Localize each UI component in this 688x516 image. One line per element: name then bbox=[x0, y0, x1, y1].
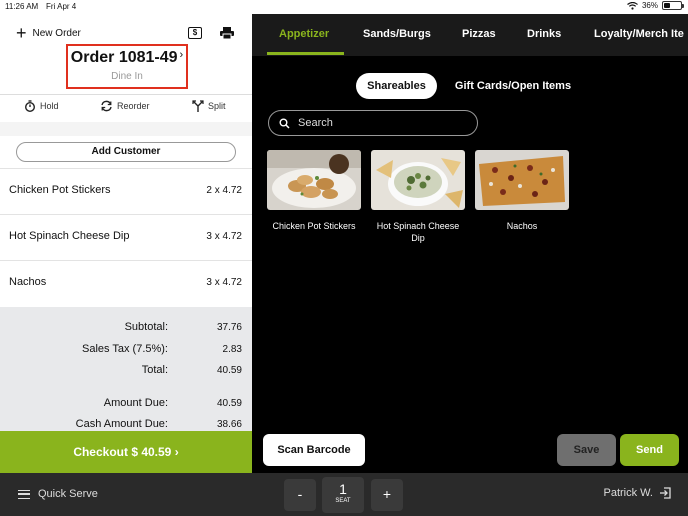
total-label: Total: bbox=[141, 364, 168, 376]
battery-percent: 36% bbox=[641, 1, 658, 10]
tax-value: 2.83 bbox=[222, 344, 242, 355]
user-logout[interactable]: Patrick W. bbox=[603, 487, 671, 499]
split-label: Split bbox=[208, 101, 226, 111]
split-button[interactable]: Split bbox=[192, 100, 226, 112]
scan-barcode-button[interactable]: Scan Barcode bbox=[263, 434, 365, 466]
amount-due-label: Amount Due: bbox=[103, 397, 168, 409]
status-bar: 11:26 AM Fri Apr 4 36% bbox=[0, 0, 688, 14]
tab-appetizer[interactable]: Appetizer bbox=[279, 28, 329, 40]
item-name: Nachos bbox=[9, 276, 47, 288]
search-icon bbox=[279, 118, 290, 129]
reorder-button[interactable]: Reorder bbox=[100, 100, 150, 112]
active-tab-indicator bbox=[267, 52, 344, 55]
save-button[interactable]: Save bbox=[557, 434, 616, 466]
cash-drawer-icon[interactable]: $ bbox=[188, 27, 202, 39]
product-label: Hot Spinach Cheese Dip bbox=[376, 221, 460, 243]
subtab-gift-cards[interactable]: Gift Cards/Open Items bbox=[448, 73, 578, 99]
hold-label: Hold bbox=[40, 101, 59, 111]
order-title[interactable]: Order 1081-49 › bbox=[68, 49, 186, 67]
item-qty: 3 x 4.72 bbox=[206, 231, 242, 242]
logout-icon bbox=[660, 487, 671, 499]
wifi-icon bbox=[627, 1, 638, 10]
amount-due-value: 40.59 bbox=[216, 398, 242, 409]
separator-strip bbox=[0, 122, 252, 136]
cash-due-label: Cash Amount Due: bbox=[75, 418, 168, 430]
order-type: Dine In bbox=[111, 71, 143, 82]
bottom-bar: Quick Serve - 1 SEAT + Patrick W. bbox=[0, 473, 688, 516]
total-value: 40.59 bbox=[216, 365, 242, 376]
cash-due-value: 38.66 bbox=[216, 419, 242, 430]
product-tile-spinach-dip[interactable]: Hot Spinach Cheese Dip bbox=[371, 150, 465, 244]
battery-icon bbox=[662, 1, 684, 10]
quick-serve-menu[interactable]: Quick Serve bbox=[18, 488, 98, 500]
seat-selector[interactable]: 1 SEAT bbox=[322, 477, 364, 513]
seat-label: SEAT bbox=[335, 498, 351, 504]
quick-serve-label: Quick Serve bbox=[38, 488, 98, 500]
status-time: 11:26 AM bbox=[5, 2, 39, 11]
item-qty: 3 x 4.72 bbox=[206, 277, 242, 288]
send-button[interactable]: Send bbox=[620, 434, 679, 466]
product-label: Nachos bbox=[506, 221, 538, 231]
tax-label: Sales Tax (7.5%): bbox=[81, 343, 168, 355]
product-image bbox=[475, 150, 569, 210]
reorder-label: Reorder bbox=[117, 101, 150, 111]
product-tile-nachos[interactable]: Nachos bbox=[475, 150, 569, 232]
subtab-shareables[interactable]: Shareables bbox=[356, 73, 437, 99]
tab-loyalty-merch[interactable]: Loyalty/Merch Ite bbox=[594, 28, 684, 40]
subtotal-label: Subtotal: bbox=[124, 321, 168, 333]
product-image bbox=[371, 150, 465, 210]
split-icon bbox=[192, 100, 204, 112]
product-image bbox=[267, 150, 361, 210]
category-tabs: Appetizer Sands/Burgs Pizzas Drinks Loya… bbox=[252, 14, 688, 56]
hold-button[interactable]: Hold bbox=[24, 100, 59, 112]
order-panel: + New Order $ Order 1081-49 › Dine In Hol… bbox=[0, 14, 252, 473]
checkout-button[interactable]: Checkout $ 40.59 › bbox=[0, 431, 252, 473]
printer-icon[interactable] bbox=[220, 27, 234, 39]
order-item[interactable]: Nachos 3 x 4.72 bbox=[0, 260, 252, 305]
item-name: Chicken Pot Stickers bbox=[9, 184, 111, 196]
order-item[interactable]: Hot Spinach Cheese Dip 3 x 4.72 bbox=[0, 214, 252, 259]
search-placeholder: Search bbox=[298, 117, 333, 129]
subtotal-value: 37.76 bbox=[216, 322, 242, 333]
battery-fill bbox=[664, 3, 670, 8]
status-date: Fri Apr 4 bbox=[46, 2, 77, 11]
search-input[interactable]: Search bbox=[268, 110, 478, 136]
seat-increment-button[interactable]: + bbox=[371, 479, 403, 511]
item-name: Hot Spinach Cheese Dip bbox=[9, 230, 130, 242]
product-label: Chicken Pot Stickers bbox=[272, 221, 356, 231]
divider bbox=[0, 94, 252, 95]
order-title-text: Order 1081-49 bbox=[70, 49, 178, 66]
item-qty: 2 x 4.72 bbox=[206, 185, 242, 196]
menu-panel: Appetizer Sands/Burgs Pizzas Drinks Loya… bbox=[252, 14, 688, 473]
timer-icon bbox=[25, 100, 35, 112]
product-tile-pot-stickers[interactable]: Chicken Pot Stickers bbox=[267, 150, 361, 232]
hamburger-icon bbox=[18, 489, 30, 499]
new-order-button[interactable]: + New Order bbox=[16, 23, 81, 43]
status-right: 36% bbox=[627, 1, 684, 10]
seat-decrement-button[interactable]: - bbox=[284, 479, 316, 511]
seat-number: 1 bbox=[339, 481, 347, 497]
tab-sands-burgs[interactable]: Sands/Burgs bbox=[363, 28, 431, 40]
order-header-highlight[interactable]: Order 1081-49 › Dine In bbox=[66, 44, 188, 89]
order-actions: Hold Reorder Split bbox=[0, 98, 252, 118]
tab-pizzas[interactable]: Pizzas bbox=[462, 28, 496, 40]
tab-drinks[interactable]: Drinks bbox=[527, 28, 561, 40]
plus-icon: + bbox=[16, 23, 27, 43]
add-customer-button[interactable]: Add Customer bbox=[16, 142, 236, 162]
user-name: Patrick W. bbox=[603, 487, 653, 499]
new-order-label: New Order bbox=[32, 27, 81, 39]
refresh-icon bbox=[101, 100, 112, 112]
totals-section: Subtotal: 37.76 Sales Tax (7.5%): 2.83 T… bbox=[0, 307, 252, 431]
order-item[interactable]: Chicken Pot Stickers 2 x 4.72 bbox=[0, 168, 252, 213]
chevron-right-icon: › bbox=[179, 49, 184, 61]
